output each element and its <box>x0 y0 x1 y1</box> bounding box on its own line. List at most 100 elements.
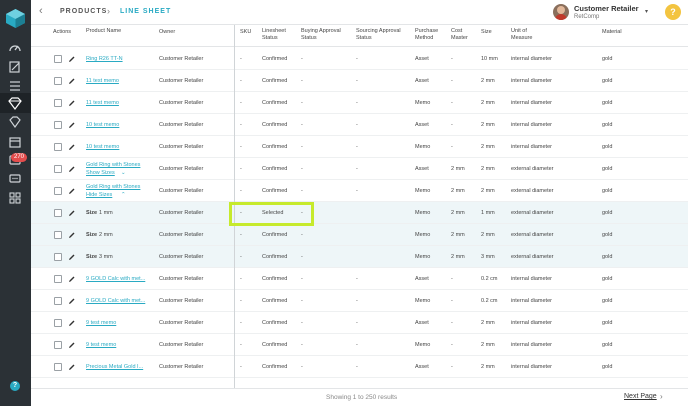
product-name-link[interactable]: Precious Metal Gold I... <box>86 364 143 370</box>
pencil-icon[interactable] <box>68 341 76 349</box>
table-row[interactable]: 11 test memo Customer Retailer - Confirmed -… <box>31 92 688 114</box>
row-checkbox[interactable] <box>54 143 62 151</box>
chevron-down-icon[interactable]: ▾ <box>645 8 648 15</box>
sourcing-cell: - <box>356 364 358 370</box>
chevron-up-icon[interactable]: ⌃ <box>121 192 126 198</box>
col-unit-of-measure[interactable]: Unit of Measure <box>511 28 541 42</box>
pencil-icon[interactable] <box>68 121 76 129</box>
pencil-icon[interactable] <box>68 143 76 151</box>
row-checkbox[interactable] <box>54 231 62 239</box>
row-checkbox[interactable] <box>54 165 62 173</box>
product-name-link[interactable]: Ring R26 TT-N <box>86 56 123 62</box>
pencil-icon[interactable] <box>68 275 76 283</box>
app-logo-icon[interactable] <box>5 8 26 29</box>
uom-cell: internal diameter <box>511 298 552 304</box>
col-sourcing-approval[interactable]: Sourcing Approval Status <box>356 28 411 42</box>
row-checkbox[interactable] <box>54 297 62 305</box>
chevron-down-icon[interactable]: ⌄ <box>121 170 126 176</box>
pencil-icon[interactable] <box>68 319 76 327</box>
product-name-link[interactable]: 9 GOLD Calc with met... <box>86 298 145 304</box>
chevron-right-icon[interactable]: › <box>660 392 663 401</box>
col-material[interactable]: Material <box>602 29 622 36</box>
status-cell: Confirmed <box>262 144 288 150</box>
col-product-name[interactable]: Product Name <box>86 28 126 35</box>
material-cell: gold <box>602 166 613 172</box>
back-button[interactable]: ‹ <box>39 5 43 17</box>
table-row[interactable]: 11 test memo Customer Retailer - Confirmed -… <box>31 70 688 92</box>
status-cell: Confirmed <box>262 276 288 282</box>
pencil-icon[interactable] <box>68 77 76 85</box>
pencil-icon[interactable] <box>68 363 76 371</box>
product-name-link[interactable]: Gold Ring with Stones <box>86 184 140 190</box>
user-name[interactable]: Customer Retailer <box>574 4 639 13</box>
col-size[interactable]: Size <box>481 29 492 36</box>
row-checkbox[interactable] <box>54 319 62 327</box>
table-row[interactable]: 9 GOLD Calc with met... Customer Retailer… <box>31 268 688 290</box>
product-name-link[interactable]: 9 test memo <box>86 342 116 348</box>
product-name-link[interactable]: 11 test memo <box>86 100 119 106</box>
chat-icon[interactable] <box>6 171 24 187</box>
table-row[interactable]: 10 test memo Customer Retailer - Confirmed -… <box>31 136 688 158</box>
row-checkbox[interactable] <box>54 77 62 85</box>
pencil-icon[interactable] <box>68 209 76 217</box>
edit-document-icon[interactable] <box>6 59 24 75</box>
gem-settings-icon[interactable] <box>6 114 24 130</box>
next-page-link[interactable]: Next Page <box>624 393 657 400</box>
product-name-link[interactable]: 11 test memo <box>86 78 119 84</box>
table-row[interactable]: Precious Metal Gold I... Customer Retaile… <box>31 356 688 378</box>
table-row[interactable]: Ring R26 TT-N Customer Retailer - Confirmed… <box>31 48 688 70</box>
pencil-icon[interactable] <box>68 231 76 239</box>
row-checkbox[interactable] <box>54 363 62 371</box>
col-linesheet-status[interactable]: Linesheet Status <box>262 28 294 42</box>
breadcrumb-products[interactable]: PRODUCTS <box>60 8 107 15</box>
table-row[interactable]: Gold Ring with Stones Hide Sizes ⌃ Customer… <box>31 180 688 202</box>
product-name-link[interactable]: 9 test memo <box>86 320 116 326</box>
product-name-link[interactable]: 10 test memo <box>86 122 119 128</box>
pencil-icon[interactable] <box>68 99 76 107</box>
toggle-sizes-link[interactable]: Hide Sizes <box>86 192 112 198</box>
product-name-link[interactable]: 10 test memo <box>86 144 119 150</box>
row-checkbox[interactable] <box>54 341 62 349</box>
row-checkbox[interactable] <box>54 121 62 129</box>
material-cell: gold <box>602 210 613 216</box>
pencil-icon[interactable] <box>68 297 76 305</box>
row-checkbox[interactable] <box>54 209 62 217</box>
pencil-icon[interactable] <box>68 187 76 195</box>
avatar[interactable] <box>553 4 569 20</box>
table-row[interactable]: 9 GOLD Calc with met... Customer Retailer… <box>31 290 688 312</box>
table-row[interactable]: Gold Ring with Stones Show Sizes ⌄ Customer… <box>31 158 688 180</box>
list-icon[interactable] <box>6 78 24 94</box>
table-row[interactable]: 9 test memo Customer Retailer - Confirmed - -… <box>31 334 688 356</box>
calendar-icon[interactable] <box>6 134 24 150</box>
size-cell: 2 mm <box>481 144 495 150</box>
table-row[interactable]: 10 test memo Customer Retailer - Confirmed -… <box>31 114 688 136</box>
pencil-icon[interactable] <box>68 55 76 63</box>
dashboard-icon[interactable] <box>6 40 24 56</box>
size-value: 3 mm <box>99 254 113 260</box>
row-checkbox[interactable] <box>54 99 62 107</box>
pencil-icon[interactable] <box>68 253 76 261</box>
row-checkbox[interactable] <box>54 55 62 63</box>
grid-icon[interactable] <box>6 190 24 206</box>
product-name-link[interactable]: 9 GOLD Calc with met... <box>86 276 145 282</box>
table-row[interactable]: Size 1 mm Customer Retailer - Selected - Memo 2… <box>31 202 688 224</box>
table-row[interactable]: Size 3 mm Customer Retailer - Confirmed - Memo… <box>31 246 688 268</box>
col-buying-approval[interactable]: Buying Approval Status <box>301 28 351 42</box>
help-icon[interactable]: ? <box>10 381 20 391</box>
table-row[interactable]: Size 2 mm Customer Retailer - Confirmed - Memo… <box>31 224 688 246</box>
col-cost-master[interactable]: Cost Master <box>451 28 473 42</box>
table-row[interactable]: 9 test memo Customer Retailer - Confirmed - -… <box>31 312 688 334</box>
help-button[interactable]: ? <box>665 4 681 20</box>
product-name-link[interactable]: Gold Ring with Stones <box>86 162 140 168</box>
row-checkbox[interactable] <box>54 253 62 261</box>
diamond-icon[interactable] <box>6 95 24 111</box>
col-owner[interactable]: Owner <box>159 29 175 36</box>
toggle-sizes-link[interactable]: Show Sizes <box>86 170 115 176</box>
pencil-icon[interactable] <box>68 165 76 173</box>
row-checkbox[interactable] <box>54 187 62 195</box>
cost-cell: - <box>451 100 453 106</box>
col-sku[interactable]: SKU <box>240 29 251 36</box>
status-cell: Confirmed <box>262 342 288 348</box>
row-checkbox[interactable] <box>54 275 62 283</box>
col-purchase-method[interactable]: Purchase Method <box>415 28 445 42</box>
